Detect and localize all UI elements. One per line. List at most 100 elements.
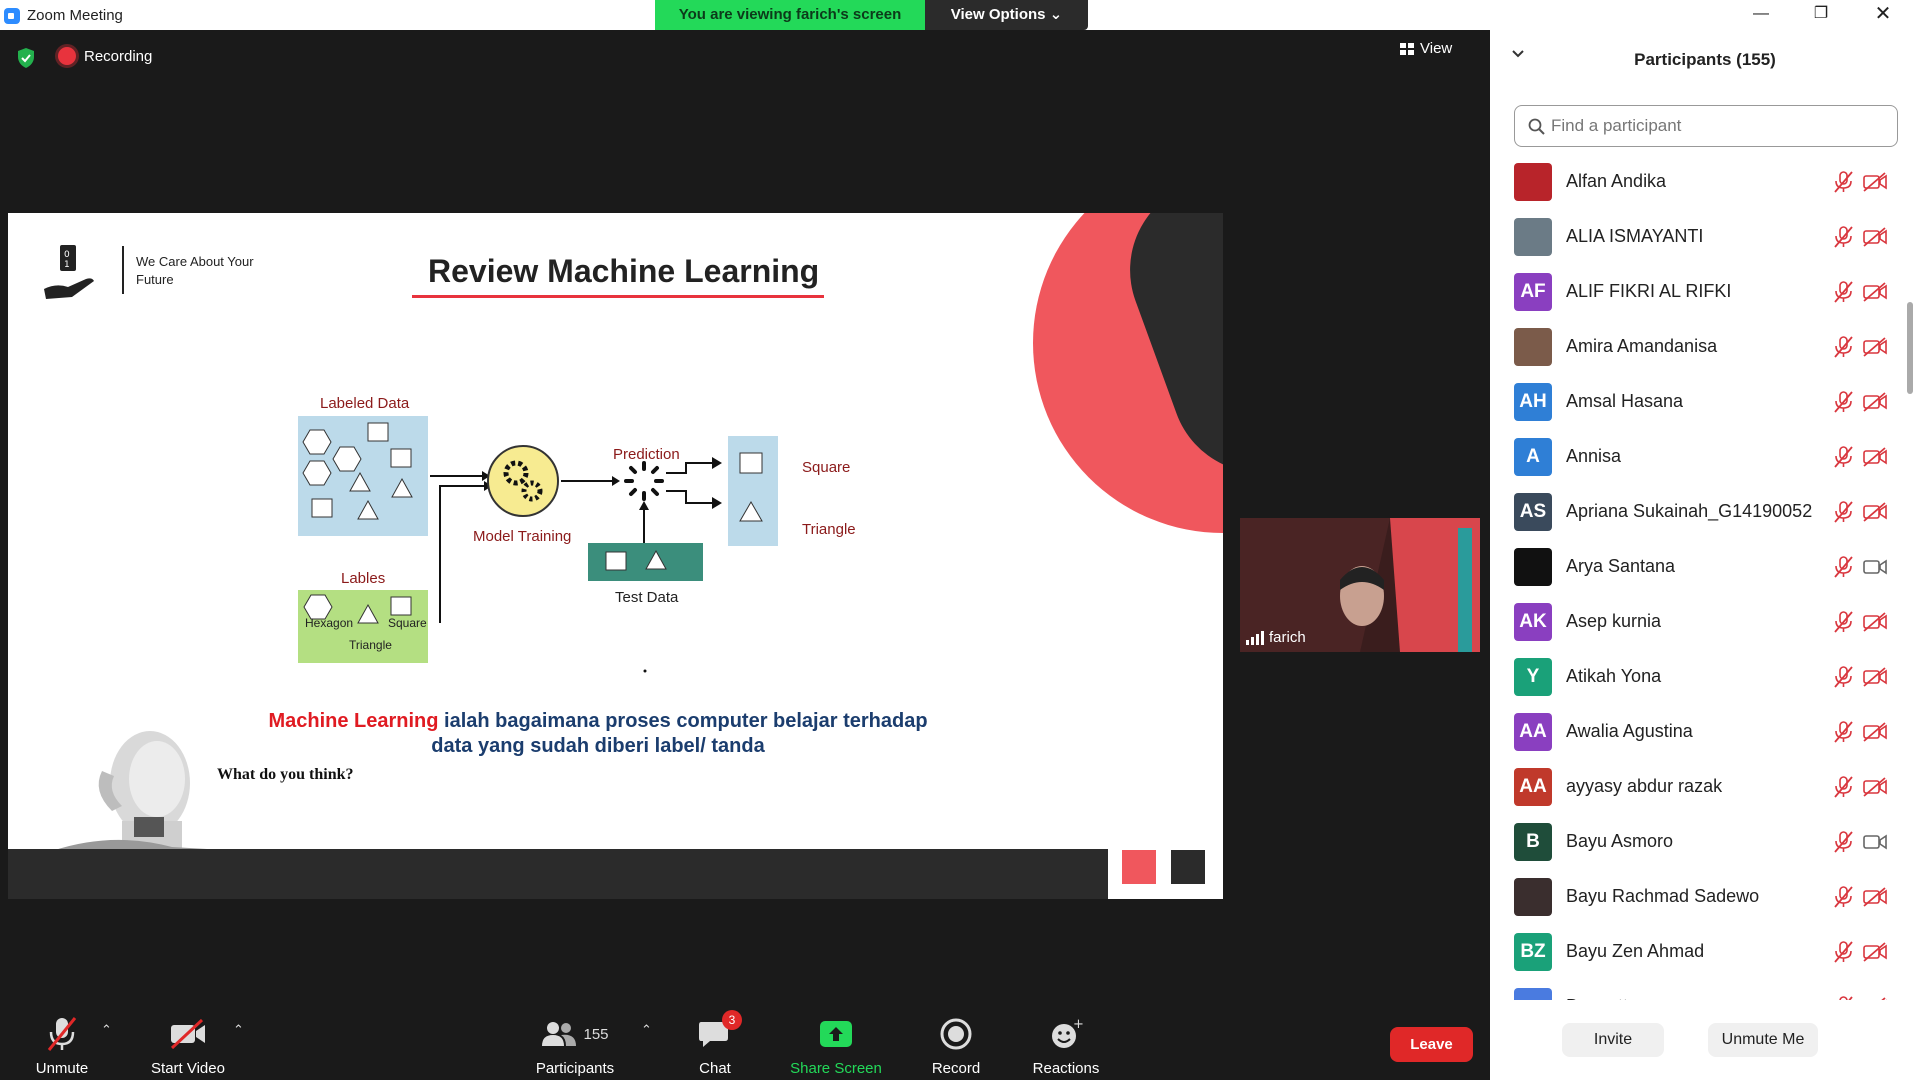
signal-icon	[1246, 630, 1264, 645]
video-on-icon	[1862, 557, 1888, 577]
search-icon	[1528, 118, 1545, 135]
logo-tagline: We Care About Your Future	[136, 254, 254, 287]
avatar	[1514, 548, 1552, 586]
participant-row[interactable]: AS Apriana Sukainah_G14190052	[1490, 485, 1902, 540]
mic-muted-icon	[1832, 995, 1854, 1000]
avatar: AS	[1514, 493, 1552, 531]
close-icon[interactable]: ✕	[1860, 0, 1906, 30]
start-video-button[interactable]: Start Video	[133, 1014, 243, 1077]
title-underline	[412, 295, 824, 298]
recording-indicator[interactable]: Recording	[58, 42, 152, 70]
video-off-icon	[1862, 502, 1888, 522]
scrollbar-thumb[interactable]	[1907, 302, 1913, 394]
participant-row[interactable]: Alfan Andika	[1490, 155, 1902, 210]
video-off-icon	[1862, 997, 1888, 1000]
participant-name: ALIA ISMAYANTI	[1566, 226, 1704, 246]
participants-panel: Participants (155) Alfan Andika ALIA ISMA…	[1490, 30, 1920, 1080]
avatar	[1514, 878, 1552, 916]
participant-list: Alfan Andika ALIA ISMAYANTI AF ALIF FIKRI A…	[1490, 155, 1902, 1000]
company-logo: 0 1	[44, 245, 94, 299]
presenter-video-thumbnail[interactable]: farich	[1240, 518, 1480, 652]
mic-muted-icon	[1832, 885, 1854, 909]
footer-dark-square	[1171, 850, 1205, 884]
reactions-label: Reactions	[1032, 1060, 1100, 1077]
participants-label: Participants	[535, 1060, 615, 1077]
unmute-me-button[interactable]: Unmute Me	[1708, 1023, 1818, 1057]
record-label: Record	[931, 1060, 981, 1077]
participants-icon	[542, 1022, 577, 1046]
participant-row[interactable]: AA Awalia Agustina	[1490, 705, 1902, 760]
video-off-icon	[1862, 612, 1888, 632]
participant-row[interactable]: BZ Bayu Zen Ahmad	[1490, 925, 1902, 980]
reactions-button[interactable]: + Reactions	[1010, 1014, 1122, 1077]
mic-muted-icon	[1832, 555, 1854, 579]
participant-name: Bayu Asmoro	[1566, 831, 1674, 851]
mic-muted-icon	[1832, 665, 1854, 689]
ml-diagram	[298, 416, 778, 673]
hexagon-label: Hexagon	[305, 616, 354, 630]
mic-muted-icon	[1832, 775, 1854, 799]
chat-button[interactable]: 3 Chat	[660, 1010, 770, 1077]
view-options-button[interactable]: View Options ⌄	[925, 0, 1088, 30]
participant-row[interactable]: A Annisa	[1490, 430, 1902, 485]
mic-muted-icon	[1832, 335, 1854, 359]
participant-row[interactable]: Bennett	[1490, 980, 1902, 1000]
presenter-name: farich	[1269, 629, 1306, 646]
participant-name: Bennett	[1566, 996, 1628, 1000]
participant-name: ayyasy abdur razak	[1566, 776, 1723, 796]
participant-row[interactable]: AA ayyasy abdur razak	[1490, 760, 1902, 815]
slide-footer-bar	[8, 849, 1108, 899]
slide-caption: Machine Learning ialah bagaimana proses …	[248, 709, 948, 759]
participants-button[interactable]: 155 Participants	[519, 1014, 631, 1077]
participant-row[interactable]: Bayu Rachmad Sadewo	[1490, 870, 1902, 925]
share-screen-button[interactable]: Share Screen	[780, 1014, 892, 1077]
video-off-icon	[1862, 722, 1888, 742]
video-off-icon	[1862, 887, 1888, 907]
start-video-label: Start Video	[151, 1060, 225, 1077]
participants-caret-icon[interactable]: ⌃	[641, 1022, 652, 1038]
view-button[interactable]: View	[1400, 40, 1452, 57]
record-button[interactable]: Record	[901, 1014, 1011, 1077]
avatar: AA	[1514, 713, 1552, 751]
participant-row[interactable]: Arya Santana	[1490, 540, 1902, 595]
invite-button[interactable]: Invite	[1562, 1023, 1664, 1057]
participant-row[interactable]: Y Atikah Yona	[1490, 650, 1902, 705]
mic-muted-icon	[1832, 280, 1854, 304]
screen-share-banner: You are viewing farich's screen View Opt…	[655, 0, 1088, 30]
participant-name: ALIF FIKRI AL RIFKI	[1566, 281, 1732, 301]
audio-options-caret-icon[interactable]: ⌃	[101, 1022, 112, 1038]
mic-muted-icon	[1832, 940, 1854, 964]
mic-muted-icon	[1832, 170, 1854, 194]
video-off-icon	[1862, 942, 1888, 962]
zoom-window: Zoom Meeting — ❐ ✕ You are viewing faric…	[0, 0, 1920, 1080]
participant-search[interactable]	[1514, 105, 1898, 147]
participant-row[interactable]: ALIA ISMAYANTI	[1490, 210, 1902, 265]
video-off-icon	[170, 1019, 205, 1049]
avatar: B	[1514, 823, 1552, 861]
restore-icon[interactable]: ❐	[1798, 0, 1844, 30]
square-small-label: Square	[388, 616, 427, 630]
participant-name: Apriana Sukainah_G14190052	[1566, 501, 1813, 521]
participant-row[interactable]: Amira Amandanisa	[1490, 320, 1902, 375]
video-off-icon	[1862, 227, 1888, 247]
unmute-label: Unmute	[35, 1060, 89, 1077]
participant-row[interactable]: AK Asep kurnia	[1490, 595, 1902, 650]
participant-name: Bayu Zen Ahmad	[1566, 941, 1705, 961]
participant-row[interactable]: AF ALIF FIKRI AL RIFKI	[1490, 265, 1902, 320]
minimize-icon[interactable]: —	[1738, 0, 1784, 30]
participant-search-input[interactable]	[1551, 115, 1881, 137]
leave-button[interactable]: Leave	[1390, 1027, 1473, 1062]
participant-name: Amsal Hasana	[1566, 391, 1684, 411]
avatar	[1514, 218, 1552, 256]
participant-row[interactable]: B Bayu Asmoro	[1490, 815, 1902, 870]
video-options-caret-icon[interactable]: ⌃	[233, 1022, 244, 1038]
mic-muted-icon	[1832, 390, 1854, 414]
view-options-label: View Options	[950, 6, 1046, 23]
mic-muted-icon	[1832, 500, 1854, 524]
model-training-label: Model Training	[473, 528, 572, 545]
svg-text:0: 0	[64, 250, 70, 260]
shield-icon[interactable]	[16, 47, 36, 69]
participant-list-scrollbar[interactable]	[1906, 170, 1914, 1000]
avatar: AH	[1514, 383, 1552, 421]
participant-row[interactable]: AH Amsal Hasana	[1490, 375, 1902, 430]
